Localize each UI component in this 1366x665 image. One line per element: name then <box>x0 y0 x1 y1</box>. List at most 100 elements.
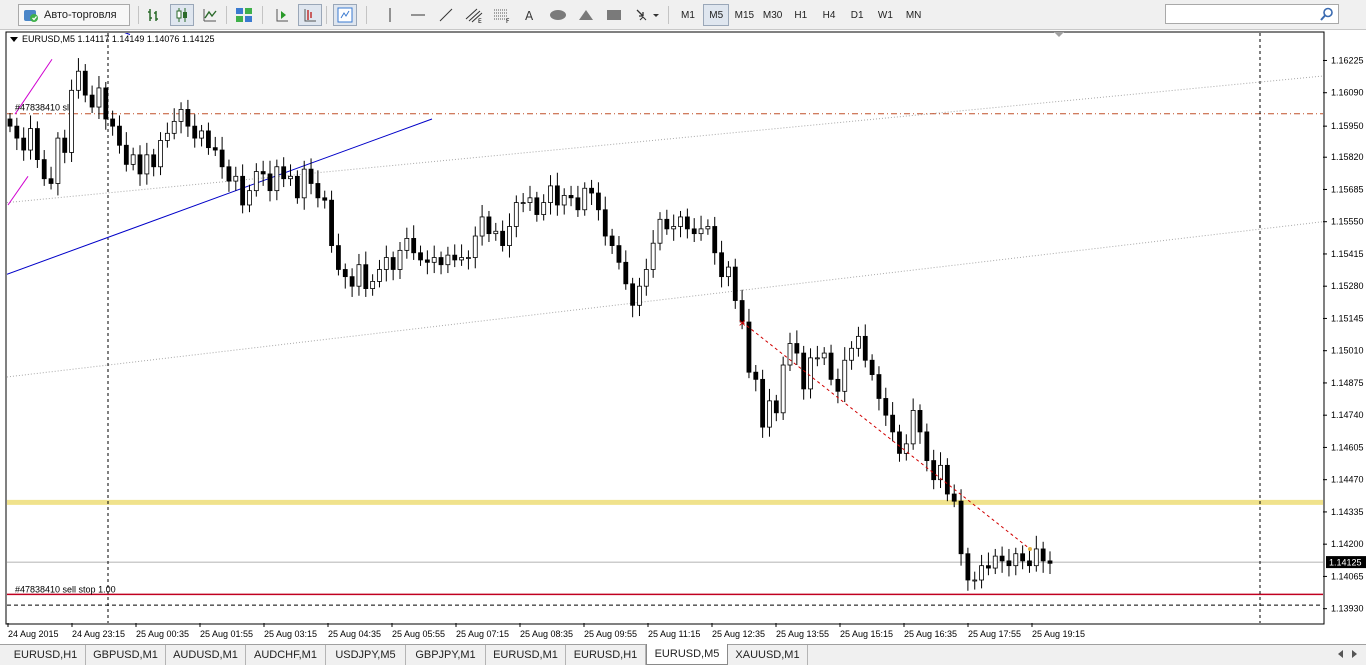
chart-tab-gbpjpy-m1[interactable]: GBPJPY,M1 <box>406 645 486 665</box>
timeframe-m15-button[interactable]: M15 <box>731 4 757 26</box>
timeframe-m1-button[interactable]: M1 <box>675 4 701 26</box>
candle-body <box>21 137 27 151</box>
candle-body <box>315 183 321 199</box>
candle-body <box>294 175 300 199</box>
chart-tab-eurusd-m5[interactable]: EURUSD,M5 <box>646 644 728 665</box>
rectangle-tool[interactable] <box>602 4 626 26</box>
trade-close-marker-icon[interactable] <box>1028 546 1032 551</box>
timeframe-m30-button[interactable]: M30 <box>760 4 786 26</box>
chart-tab-eurusd-m1[interactable]: EURUSD,M1 <box>486 645 566 665</box>
candle-body <box>233 175 239 182</box>
candle-body <box>137 154 143 175</box>
timeframe-d1-button[interactable]: D1 <box>844 4 870 26</box>
chart-window[interactable]: × #47838410 sl #47838410 sell stop 1.00 1.1… <box>0 30 1366 644</box>
candle-body <box>856 335 861 349</box>
triangle-icon <box>579 10 593 20</box>
toolbar-separator <box>668 6 669 24</box>
candle-body <box>938 464 943 481</box>
arrows-icon <box>636 9 659 21</box>
line-chart-button[interactable] <box>198 4 222 26</box>
chart-tab-audusd-m1[interactable]: AUDUSD,M1 <box>166 645 246 665</box>
x-axis-label: 25 Aug 15:15 <box>840 629 893 639</box>
candlestick-icon <box>176 8 187 22</box>
autotrade-button[interactable]: Авто-торговля <box>18 4 130 26</box>
candle-body <box>507 226 512 246</box>
candle-body <box>821 352 827 359</box>
timeframe-mn-button[interactable]: MN <box>901 4 927 26</box>
chart-tab-gbpusd-m1[interactable]: GBPUSD,M1 <box>86 645 166 665</box>
vertical-line-tool[interactable] <box>378 4 402 26</box>
y-axis-label: 1.15685 <box>1331 184 1364 194</box>
candle-body <box>698 228 704 235</box>
x-axis-label: 25 Aug 00:35 <box>136 629 189 639</box>
candle-body <box>794 343 800 354</box>
chart-tab-eurusd-h1[interactable]: EURUSD,H1 <box>566 645 646 665</box>
candle-body <box>76 70 81 91</box>
tabs-scroll-left-icon[interactable] <box>1338 650 1343 658</box>
candle-body <box>178 109 184 122</box>
ellipse-tool[interactable] <box>546 4 570 26</box>
candle-body <box>226 166 232 182</box>
candle-body <box>862 335 868 361</box>
chart-menu-icon[interactable] <box>10 37 18 43</box>
price-chart[interactable]: × #47838410 sl #47838410 sell stop 1.00 1.1… <box>0 30 1366 644</box>
fibonacci-icon: F <box>494 9 510 23</box>
candle-body <box>329 199 334 246</box>
x-axis-label: 25 Aug 12:35 <box>712 629 765 639</box>
candle-body <box>705 226 711 230</box>
indicators-button[interactable] <box>333 4 357 26</box>
trade-open-marker-icon[interactable]: × <box>738 318 746 329</box>
candle-body <box>1033 548 1039 567</box>
candle-body <box>520 202 526 204</box>
bar-chart-button[interactable] <box>142 4 166 26</box>
chart-tab-eurusd-h1[interactable]: EURUSD,H1 <box>6 645 86 665</box>
candle-body <box>459 257 464 261</box>
candle-body <box>917 410 923 433</box>
candle-body <box>1047 560 1053 564</box>
horizontal-line-tool[interactable] <box>406 4 430 26</box>
toolbar-separator <box>366 6 367 24</box>
candlestick-chart-button[interactable] <box>170 4 194 26</box>
candle-body <box>773 400 779 414</box>
trendline-tool[interactable] <box>434 4 458 26</box>
candle-body <box>869 359 875 375</box>
x-axis-label: 25 Aug 17:55 <box>968 629 1021 639</box>
candle-body <box>308 168 314 184</box>
tile-windows-button[interactable] <box>232 4 256 26</box>
search-input[interactable] <box>1165 4 1339 24</box>
tabs-scroll-right-icon[interactable] <box>1352 650 1357 658</box>
candle-body <box>924 431 930 461</box>
candle-body <box>958 500 964 555</box>
search-icon[interactable] <box>1320 7 1334 21</box>
fibonacci-tool[interactable]: F <box>490 4 514 26</box>
candle-body <box>452 254 458 261</box>
chart-tab-xauusd-m1[interactable]: XAUUSD,M1 <box>728 645 808 665</box>
candle-body <box>582 187 588 211</box>
candle-body <box>219 149 225 168</box>
timeframe-h1-button[interactable]: H1 <box>788 4 814 26</box>
candle-body <box>240 175 246 206</box>
candle-body <box>931 460 937 481</box>
chart-tab-audchf-m1[interactable]: AUDCHF,M1 <box>246 645 326 665</box>
candle-body <box>171 120 177 134</box>
auto-scroll-button[interactable] <box>270 4 294 26</box>
candle-body <box>753 371 759 380</box>
x-axis-label: 25 Aug 19:15 <box>1032 629 1085 639</box>
chart-tab-usdjpy-m5[interactable]: USDJPY,M5 <box>326 645 406 665</box>
candle-body <box>418 252 423 261</box>
timeframe-m5-button[interactable]: M5 <box>703 4 730 26</box>
candle-body <box>82 70 88 96</box>
text-tool[interactable]: A <box>518 4 542 26</box>
vertical-line-icon <box>389 8 391 22</box>
y-axis-label: 1.15950 <box>1331 121 1364 131</box>
triangle-tool[interactable] <box>574 4 598 26</box>
chart-shift-button[interactable] <box>298 4 322 26</box>
equidistant-channel-tool[interactable]: E <box>462 4 486 26</box>
arrows-dropdown[interactable] <box>632 4 662 26</box>
current-price-text: 1.14125 <box>1329 558 1362 568</box>
candle-body <box>424 259 430 263</box>
timeframe-w1-button[interactable]: W1 <box>872 4 898 26</box>
timeframe-h4-button[interactable]: H4 <box>816 4 842 26</box>
candle-body <box>383 257 389 270</box>
candle-body <box>883 398 889 416</box>
